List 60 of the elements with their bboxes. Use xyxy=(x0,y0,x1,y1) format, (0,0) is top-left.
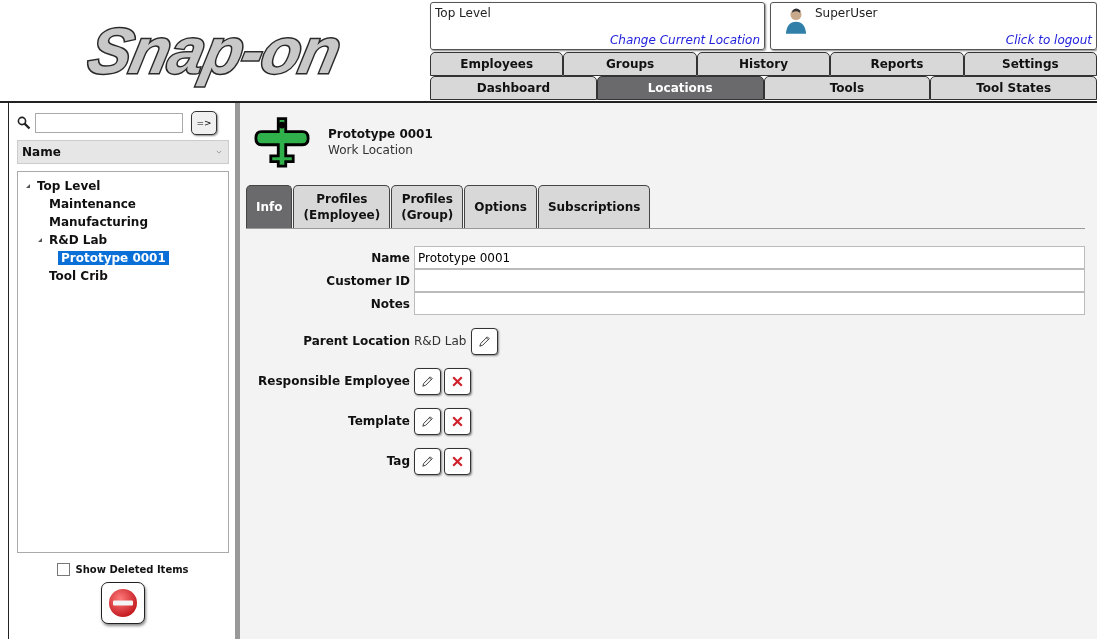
collapse-triangle-icon[interactable] xyxy=(37,237,43,243)
checkbox[interactable] xyxy=(57,563,71,576)
search-button[interactable]: => xyxy=(191,111,217,135)
clear-button[interactable] xyxy=(444,447,471,475)
edit-button[interactable] xyxy=(414,367,441,395)
edit-button[interactable] xyxy=(414,447,441,475)
field-label: Tag xyxy=(385,454,410,468)
tree-item[interactable]: R&D Lab xyxy=(46,233,111,247)
pencil-icon xyxy=(420,413,435,429)
search-icon xyxy=(17,116,31,130)
location-title: Prototype 0001 xyxy=(328,127,433,141)
pencil-icon xyxy=(477,333,493,349)
clear-button[interactable] xyxy=(444,407,471,435)
tree-item[interactable]: Tool Crib xyxy=(46,269,111,283)
nav-tab[interactable]: History xyxy=(696,52,831,76)
pencil-icon xyxy=(420,373,435,389)
field-label: Template xyxy=(347,414,410,428)
pencil-icon xyxy=(420,453,435,469)
no-entry-icon xyxy=(108,588,138,618)
clear-button[interactable] xyxy=(444,367,471,395)
location-type: Work Location xyxy=(328,143,414,157)
field-label: Responsible Employee xyxy=(257,374,410,388)
nav-tab[interactable]: Dashboard xyxy=(430,76,597,100)
nav-tab[interactable]: Reports xyxy=(830,52,964,76)
delete-button[interactable] xyxy=(101,582,145,624)
edit-button[interactable] xyxy=(471,327,499,355)
nav-tab[interactable]: Settings xyxy=(963,52,1097,76)
tree-item[interactable]: Prototype 0001 xyxy=(58,251,169,265)
tab[interactable]: Subscriptions xyxy=(537,185,651,228)
user-name: SuperUser xyxy=(815,6,878,20)
sort-dropdown[interactable]: Name xyxy=(17,140,229,164)
text-field[interactable] xyxy=(414,292,1085,315)
user-avatar-icon xyxy=(785,6,807,34)
collapse-triangle-icon[interactable] xyxy=(25,183,31,189)
nav-tab[interactable]: Tools xyxy=(763,76,931,100)
tab[interactable]: Profiles (Group) xyxy=(391,185,464,228)
field-label: Customer ID xyxy=(325,273,410,288)
tree-item[interactable]: Top Level xyxy=(34,179,104,193)
tab[interactable]: Info xyxy=(246,185,293,228)
nav-tab[interactable]: Groups xyxy=(563,52,697,76)
tab[interactable]: Options xyxy=(464,185,537,228)
field-label: Name xyxy=(370,250,410,265)
nav-tab[interactable]: Locations xyxy=(596,76,764,100)
chevron-icon xyxy=(216,150,222,154)
field-label: Parent Location xyxy=(302,334,410,348)
change-location-link[interactable]: Change Current Location xyxy=(609,33,760,47)
nav-tab[interactable]: Tool States xyxy=(930,76,1097,100)
edit-button[interactable] xyxy=(414,407,441,435)
field-value: R&D Lab xyxy=(414,334,467,348)
text-field[interactable] xyxy=(414,269,1085,292)
tree-item[interactable]: Manufacturing xyxy=(46,215,151,229)
checkbox-label: Show Deleted Items xyxy=(75,564,189,575)
current-location: Top Level xyxy=(435,6,492,20)
tab[interactable]: Profiles (Employee) xyxy=(293,185,391,228)
text-field[interactable]: Prototype 0001 xyxy=(414,246,1085,269)
logout-link[interactable]: Click to logout xyxy=(1005,33,1092,47)
tree-item[interactable]: Maintenance xyxy=(46,197,139,211)
nav-tab[interactable]: Employees xyxy=(430,52,564,76)
field-label: Notes xyxy=(369,296,410,311)
search-field[interactable] xyxy=(35,113,183,133)
